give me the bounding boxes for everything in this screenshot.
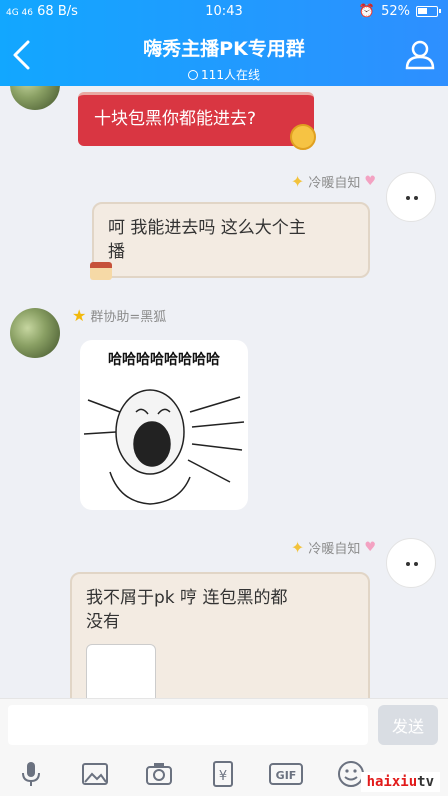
sender-label: 冷暖自知 bbox=[308, 176, 361, 191]
send-button[interactable]: 发送 bbox=[378, 705, 438, 745]
watermark-logo: haixiutv bbox=[360, 772, 440, 792]
star-icon: ✦ bbox=[290, 538, 305, 557]
svg-text:GIF: GIF bbox=[276, 769, 297, 782]
star-icon: ✦ bbox=[290, 172, 305, 191]
chat-header: 4G 46 68 B/s 10:43 ⏰ 52% 嗨秀主播PK专用群 111人在… bbox=[0, 0, 448, 86]
message-text: 播 bbox=[108, 242, 125, 262]
avatar[interactable] bbox=[386, 538, 436, 588]
avatar[interactable] bbox=[386, 172, 436, 222]
message-input[interactable] bbox=[8, 705, 368, 745]
back-button[interactable] bbox=[10, 38, 34, 72]
face-icon bbox=[406, 562, 418, 566]
person-icon bbox=[405, 40, 435, 70]
group-title: 嗨秀主播PK专用群 bbox=[143, 38, 305, 60]
sender-name: ★ 群协助=黑狐 bbox=[72, 306, 166, 325]
photo-button[interactable] bbox=[80, 760, 110, 788]
watermark-dark: tv bbox=[417, 774, 434, 790]
battery-icon bbox=[416, 6, 441, 17]
group-members-button[interactable] bbox=[404, 38, 436, 70]
message-bubble[interactable]: 呵 我能进去吗 这么大个主 播 bbox=[92, 202, 370, 278]
message-text: 十块包黑你都能进去? bbox=[94, 109, 257, 129]
camera-icon bbox=[146, 763, 172, 785]
sender-name: ✦ 冷暖自知 ♥ bbox=[291, 172, 376, 191]
avatar[interactable] bbox=[10, 308, 60, 358]
alarm-icon: ⏰ bbox=[358, 4, 376, 19]
gift-coins-icon bbox=[290, 124, 316, 150]
online-count: 111人在线 bbox=[60, 66, 388, 83]
message-bubble[interactable]: 我不屑于pk 哼 连包黑的都 没有 bbox=[70, 572, 370, 698]
gif-button[interactable]: GIF bbox=[268, 760, 304, 788]
online-icon bbox=[188, 69, 199, 80]
star-icon: ★ bbox=[72, 306, 87, 325]
message-text: 我不屑于pk 哼 连包黑的都 bbox=[86, 588, 288, 608]
heart-icon: ♥ bbox=[364, 540, 376, 555]
battery-label: 52% bbox=[381, 4, 410, 19]
svg-text:¥: ¥ bbox=[219, 769, 227, 784]
online-label: 111人在线 bbox=[201, 68, 260, 82]
input-bar: 发送 bbox=[0, 698, 448, 750]
sticker-thumbnail bbox=[86, 644, 156, 698]
message-bubble[interactable]: 十块包黑你都能进去? bbox=[78, 92, 314, 146]
sticker-caption: 哈哈哈哈哈哈哈哈 bbox=[108, 352, 220, 368]
status-bar: 4G 46 68 B/s 10:43 ⏰ 52% bbox=[0, 0, 448, 24]
microphone-icon bbox=[22, 762, 40, 786]
cake-icon bbox=[90, 262, 112, 280]
laughing-face-icon bbox=[83, 389, 245, 505]
chevron-left-icon bbox=[13, 40, 30, 70]
heart-icon: ♥ bbox=[364, 174, 376, 189]
sender-name: ✦ 冷暖自知 ♥ bbox=[291, 538, 376, 557]
sender-label: 群协助=黑狐 bbox=[90, 310, 167, 325]
sender-label: 冷暖自知 bbox=[308, 542, 361, 557]
gif-icon: GIF bbox=[269, 763, 303, 785]
watermark-red: haixiu bbox=[366, 774, 418, 790]
status-right: ⏰ 52% bbox=[358, 4, 441, 19]
red-packet-icon: ¥ bbox=[213, 761, 233, 787]
title-block: 嗨秀主播PK专用群 111人在线 bbox=[60, 34, 388, 83]
message-list[interactable]: 十块包黑你都能进去? ✦ 冷暖自知 ♥ 呵 我能进去吗 这么大个主 播 ★ 群协… bbox=[0, 86, 448, 698]
voice-button[interactable] bbox=[16, 760, 46, 788]
image-icon bbox=[82, 763, 108, 785]
camera-button[interactable] bbox=[144, 760, 174, 788]
sticker-image[interactable]: 哈哈哈哈哈哈哈哈 bbox=[80, 340, 248, 510]
message-text: 没有 bbox=[86, 612, 120, 632]
red-packet-button[interactable]: ¥ bbox=[208, 760, 238, 788]
avatar[interactable] bbox=[10, 86, 60, 110]
face-icon bbox=[406, 196, 418, 200]
message-text: 呵 我能进去吗 这么大个主 bbox=[108, 218, 306, 238]
